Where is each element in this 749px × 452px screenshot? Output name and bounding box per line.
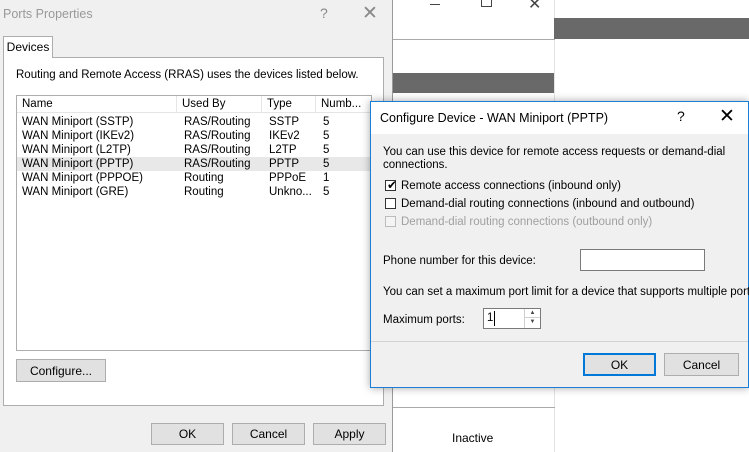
demand-dial-inout-label[interactable]: Demand-dial routing connections (inbound… (401, 197, 694, 211)
configure-device-dialog: Configure Device - WAN Miniport (PPTP) ?… (370, 101, 749, 388)
cell-number: 5 (323, 130, 330, 142)
cell-used-by: RAS/Routing (184, 158, 251, 170)
dialog-title: Configure Device - WAN Miniport (PPTP) (380, 111, 609, 125)
maximize-icon[interactable] (481, 0, 492, 7)
ok-button[interactable]: OK (151, 423, 224, 445)
background-divider (393, 407, 555, 408)
table-row-selected[interactable]: WAN Miniport (PPTP) RAS/Routing PPTP 5 (17, 157, 371, 171)
minimize-icon[interactable] (430, 4, 440, 5)
cell-used-by: Routing (184, 186, 224, 198)
cell-number: 1 (323, 172, 330, 184)
dialog-title: Ports Properties (3, 7, 93, 21)
cell-name: WAN Miniport (GRE) (22, 186, 129, 198)
background-header-bar (393, 73, 554, 93)
tab-devices[interactable]: Devices (3, 36, 53, 58)
cell-used-by: RAS/Routing (184, 116, 251, 128)
cell-number: 5 (323, 158, 330, 170)
column-header-type[interactable]: Type (262, 96, 316, 113)
column-header-used-by[interactable]: Used By (177, 96, 262, 113)
maximum-ports-stepper[interactable]: 1 ▲ ▼ (483, 308, 541, 329)
cell-type: PPTP (269, 158, 300, 170)
cell-number: 5 (323, 116, 330, 128)
configure-description: You can use this device for remote acces… (383, 146, 726, 171)
cell-number: 5 (323, 186, 330, 198)
table-row[interactable]: WAN Miniport (PPPOE) Routing PPPoE 1 (17, 171, 371, 185)
devices-list[interactable]: Name Used By Type Numb... WAN Miniport (… (16, 95, 372, 351)
cell-name: WAN Miniport (L2TP) (22, 144, 131, 156)
remote-access-checkbox-row[interactable]: ✔ Remote access connections (inbound onl… (385, 178, 685, 193)
apply-button[interactable]: Apply (313, 423, 386, 445)
spin-down-icon[interactable]: ▼ (524, 318, 540, 328)
cell-name: WAN Miniport (SSTP) (22, 116, 134, 128)
cell-type: IKEv2 (269, 130, 300, 142)
table-row[interactable]: WAN Miniport (L2TP) RAS/Routing L2TP 5 (17, 143, 371, 157)
phone-number-label: Phone number for this device: (383, 255, 536, 267)
maximum-ports-label: Maximum ports: (383, 314, 465, 326)
maximum-ports-value[interactable]: 1 (487, 312, 493, 325)
ok-button[interactable]: OK (583, 353, 656, 376)
background-divider (393, 39, 555, 40)
dialog-divider (371, 341, 748, 342)
column-header-number[interactable]: Numb... (316, 96, 371, 113)
remote-access-checkbox[interactable]: ✔ (385, 178, 398, 192)
column-header-name[interactable]: Name (17, 96, 177, 113)
cancel-button[interactable]: Cancel (664, 353, 739, 376)
close-icon[interactable]: ✕ (528, 0, 541, 14)
close-icon[interactable]: ✕ (719, 105, 735, 128)
cell-type: Unkno... (269, 186, 312, 198)
cell-type: PPPoE (269, 172, 307, 184)
table-row[interactable]: WAN Miniport (GRE) Routing Unkno... 5 (17, 185, 371, 199)
text-caret (494, 311, 495, 326)
cell-used-by: RAS/Routing (184, 130, 251, 142)
cell-type: SSTP (269, 116, 300, 128)
table-row[interactable]: WAN Miniport (IKEv2) RAS/Routing IKEv2 5 (17, 129, 371, 143)
cell-type: L2TP (269, 144, 297, 156)
cell-name: WAN Miniport (PPPOE) (22, 172, 143, 184)
cell-number: 5 (323, 144, 330, 156)
configure-button[interactable]: Configure... (16, 359, 106, 382)
cell-name: WAN Miniport (PPTP) (22, 158, 134, 170)
cell-used-by: RAS/Routing (184, 144, 251, 156)
cell-used-by: Routing (184, 172, 224, 184)
demand-dial-inout-checkbox-row[interactable]: Demand-dial routing connections (inbound… (385, 197, 715, 211)
demand-dial-out-checkbox (385, 216, 396, 227)
phone-number-input[interactable] (580, 249, 705, 271)
spin-up-icon[interactable]: ▲ (524, 309, 540, 318)
help-icon[interactable]: ? (320, 5, 328, 21)
cell-name: WAN Miniport (IKEv2) (22, 130, 135, 142)
background-header-bar (554, 18, 749, 39)
help-icon[interactable]: ? (677, 108, 685, 124)
checkmark-icon: ✔ (387, 178, 398, 192)
remote-access-label[interactable]: Remote access connections (inbound only) (401, 179, 621, 193)
status-text: Inactive (452, 431, 494, 445)
port-limit-description: You can set a maximum port limit for a d… (383, 286, 749, 298)
devices-description: Routing and Remote Access (RRAS) uses th… (16, 69, 359, 81)
ports-properties-dialog: Ports Properties ? ✕ Devices Routing and… (0, 0, 393, 452)
demand-dial-inout-checkbox[interactable] (385, 198, 396, 209)
demand-dial-out-checkbox-row: Demand-dial routing connections (outboun… (385, 215, 715, 229)
cancel-button[interactable]: Cancel (232, 423, 305, 445)
table-row[interactable]: WAN Miniport (SSTP) RAS/Routing SSTP 5 (17, 115, 371, 129)
demand-dial-out-label: Demand-dial routing connections (outboun… (401, 216, 653, 228)
close-icon[interactable]: ✕ (362, 2, 378, 25)
